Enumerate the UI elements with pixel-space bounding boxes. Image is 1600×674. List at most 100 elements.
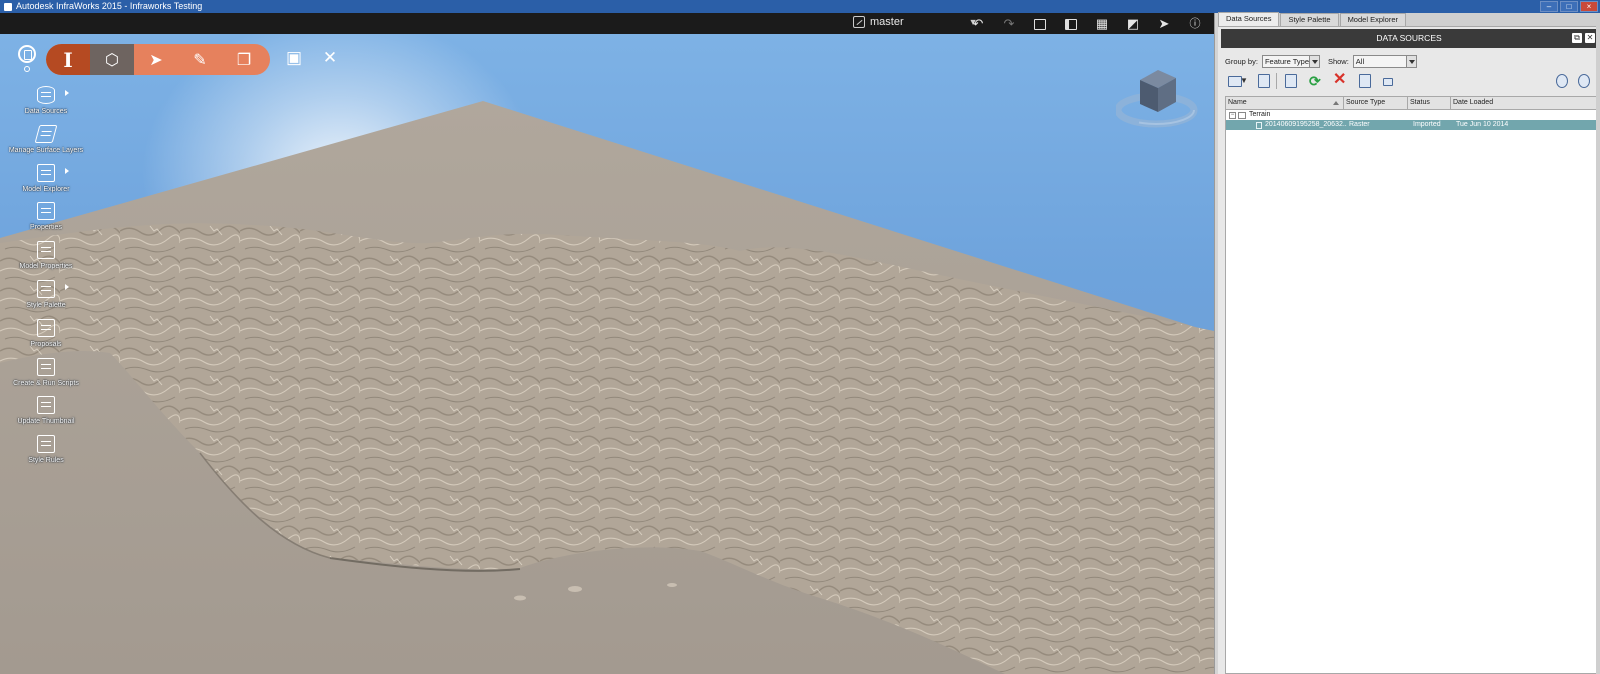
maximize-icon[interactable]: □	[1560, 1, 1578, 12]
collapse-icon[interactable]: −	[1229, 111, 1236, 119]
right-edge-scrollbar[interactable]	[1596, 13, 1600, 674]
raster-file-icon	[1256, 121, 1262, 129]
panel-toggle-icon[interactable]	[1063, 16, 1079, 32]
cmd-label: Update Thumbnail	[17, 418, 75, 426]
chevron-down-icon[interactable]	[1308, 56, 1319, 67]
help-icon[interactable]: ⓘ	[1187, 16, 1203, 32]
cmd-properties[interactable]: Properties	[8, 198, 84, 237]
add-feature-icon[interactable]	[1576, 73, 1592, 89]
cmd-label: Model Explorer	[22, 185, 70, 193]
chevron-down-icon[interactable]	[1405, 56, 1416, 67]
column-label: Date Loaded	[1453, 99, 1494, 106]
column-header-name[interactable]: Name	[1226, 97, 1344, 109]
undock-icon[interactable]: ⧉	[1572, 33, 1582, 43]
refresh-source-icon[interactable]	[1283, 73, 1299, 89]
cmd-label: Properties	[30, 224, 62, 232]
cell-status: Imported	[1413, 121, 1441, 128]
column-header-date-loaded[interactable]: Date Loaded	[1451, 97, 1596, 109]
terrain-surface[interactable]	[0, 13, 1214, 674]
show-value: All	[1355, 57, 1365, 66]
view-cube[interactable]	[1116, 66, 1200, 132]
filter-bar: Group by: Feature Type Show: All	[1225, 55, 1417, 68]
flyout-arrow-icon[interactable]	[65, 283, 69, 290]
redo-icon[interactable]: ↷	[1001, 16, 1017, 32]
select-arrow-icon[interactable]: ➤	[1156, 16, 1172, 32]
presentation-icon[interactable]: ▣	[283, 47, 305, 69]
main-tool-strip: I ⬡ ➤ ✎ ❐	[46, 44, 270, 75]
column-label: Name	[1228, 99, 1247, 106]
column-label: Status	[1410, 99, 1430, 106]
close-panel-icon[interactable]: ✕	[1585, 33, 1595, 43]
cmd-manage-surface-layers[interactable]: Manage Surface Layers	[8, 121, 84, 160]
remove-icon[interactable]: ✕	[1332, 72, 1348, 89]
style-palette-icon	[37, 279, 55, 298]
toolbar-separator	[1276, 73, 1277, 89]
flyout-arrow-icon[interactable]	[65, 90, 69, 96]
table-row[interactable]: 20140609195258_20632... Raster Imported …	[1226, 120, 1596, 130]
cmd-data-sources[interactable]: Data Sources	[8, 82, 84, 121]
cmd-model-explorer[interactable]: Model Explorer	[8, 160, 84, 199]
cmd-proposals[interactable]: Proposals	[8, 315, 84, 354]
data-sources-toolbar: ▼ ⟳ ✕	[1226, 71, 1598, 91]
undo-icon[interactable]: ↶	[970, 16, 986, 32]
cmd-style-palette[interactable]: Style Palette	[8, 276, 84, 315]
infraworks-logo-icon[interactable]: I	[46, 44, 90, 75]
cell-source-type: Raster	[1349, 121, 1370, 128]
table-header: Name Source Type Status Date Loaded	[1226, 97, 1596, 110]
copy-icon[interactable]: ❐	[222, 44, 266, 75]
cmd-label: Proposals	[30, 340, 62, 348]
chevron-down-icon[interactable]: ▼	[1240, 73, 1256, 89]
close-icon[interactable]: ×	[1580, 1, 1598, 12]
folder-icon	[1238, 111, 1246, 119]
settings-gear-icon[interactable]	[24, 66, 30, 72]
panel-header: DATA SOURCES ⧉ ✕	[1221, 29, 1597, 48]
proposals-icon	[37, 318, 55, 337]
properties-icon	[37, 202, 55, 221]
panel-header-buttons: ⧉ ✕	[1572, 33, 1595, 43]
group-name: Terrain	[1249, 111, 1271, 118]
cmd-label: Model Properties	[19, 263, 73, 271]
tools-icon[interactable]: ✕	[319, 47, 341, 69]
properties-small-icon[interactable]	[1381, 73, 1397, 89]
group-by-select[interactable]: Feature Type	[1261, 55, 1320, 68]
layout-icon[interactable]: ▦	[1094, 16, 1110, 32]
cell-date-loaded: Tue Jun 10 2014	[1456, 121, 1509, 128]
cmd-update-thumbnail[interactable]: Update Thumbnail	[8, 392, 84, 431]
refresh-icon[interactable]: ⟳	[1308, 73, 1324, 89]
secondary-tools: ▣ ✕	[283, 47, 341, 69]
3d-viewport[interactable]	[0, 13, 1214, 674]
branch-selector[interactable]: master ▼	[853, 16, 978, 28]
remove-feature-icon[interactable]	[1554, 73, 1570, 89]
home-icon[interactable]	[18, 45, 36, 63]
configure-icon[interactable]	[1256, 73, 1272, 89]
show-select[interactable]: All	[1352, 55, 1417, 68]
display-mode-icon[interactable]	[1032, 16, 1048, 32]
model-cube-icon[interactable]: ⬡	[90, 44, 134, 75]
cmd-model-properties[interactable]: Model Properties	[8, 237, 84, 276]
column-header-source-type[interactable]: Source Type	[1344, 97, 1408, 109]
select-icon[interactable]: ➤	[134, 44, 178, 75]
script-icon	[37, 357, 55, 376]
layers-icon	[34, 124, 58, 143]
data-sources-panel: Data Sources Style Palette Model Explore…	[1218, 12, 1600, 674]
cmd-label: Manage Surface Layers	[8, 146, 84, 154]
flyout-arrow-icon[interactable]	[65, 167, 69, 174]
cmd-label: Create & Run Scripts	[13, 379, 79, 387]
pencil-icon[interactable]: ✎	[178, 44, 222, 75]
thumbnail-icon	[37, 396, 55, 415]
top-toolbar: master ▼ ↶ ↷ ▦ ◩ ➤ ⓘ	[0, 13, 1214, 34]
tree-group-row[interactable]: − Terrain	[1226, 110, 1596, 120]
title-bar: Autodesk InfraWorks 2015 - Infraworks Te…	[0, 0, 1600, 13]
cmd-create-run-scripts[interactable]: Create & Run Scripts	[8, 354, 84, 393]
column-header-status[interactable]: Status	[1408, 97, 1451, 109]
sort-arrow-icon	[1333, 101, 1339, 105]
tab-data-sources[interactable]: Data Sources	[1218, 12, 1280, 26]
export-icon[interactable]	[1357, 73, 1373, 89]
tab-style-palette[interactable]: Style Palette	[1280, 13, 1339, 26]
data-sources-table: Name Source Type Status Date Loaded − Te…	[1225, 96, 1597, 674]
tab-model-explorer[interactable]: Model Explorer	[1339, 13, 1407, 26]
proposal-icon	[853, 16, 865, 28]
cmd-style-rules[interactable]: Style Rules	[8, 431, 84, 470]
sketch-icon[interactable]: ◩	[1125, 16, 1141, 32]
minimize-icon[interactable]: –	[1540, 1, 1558, 12]
